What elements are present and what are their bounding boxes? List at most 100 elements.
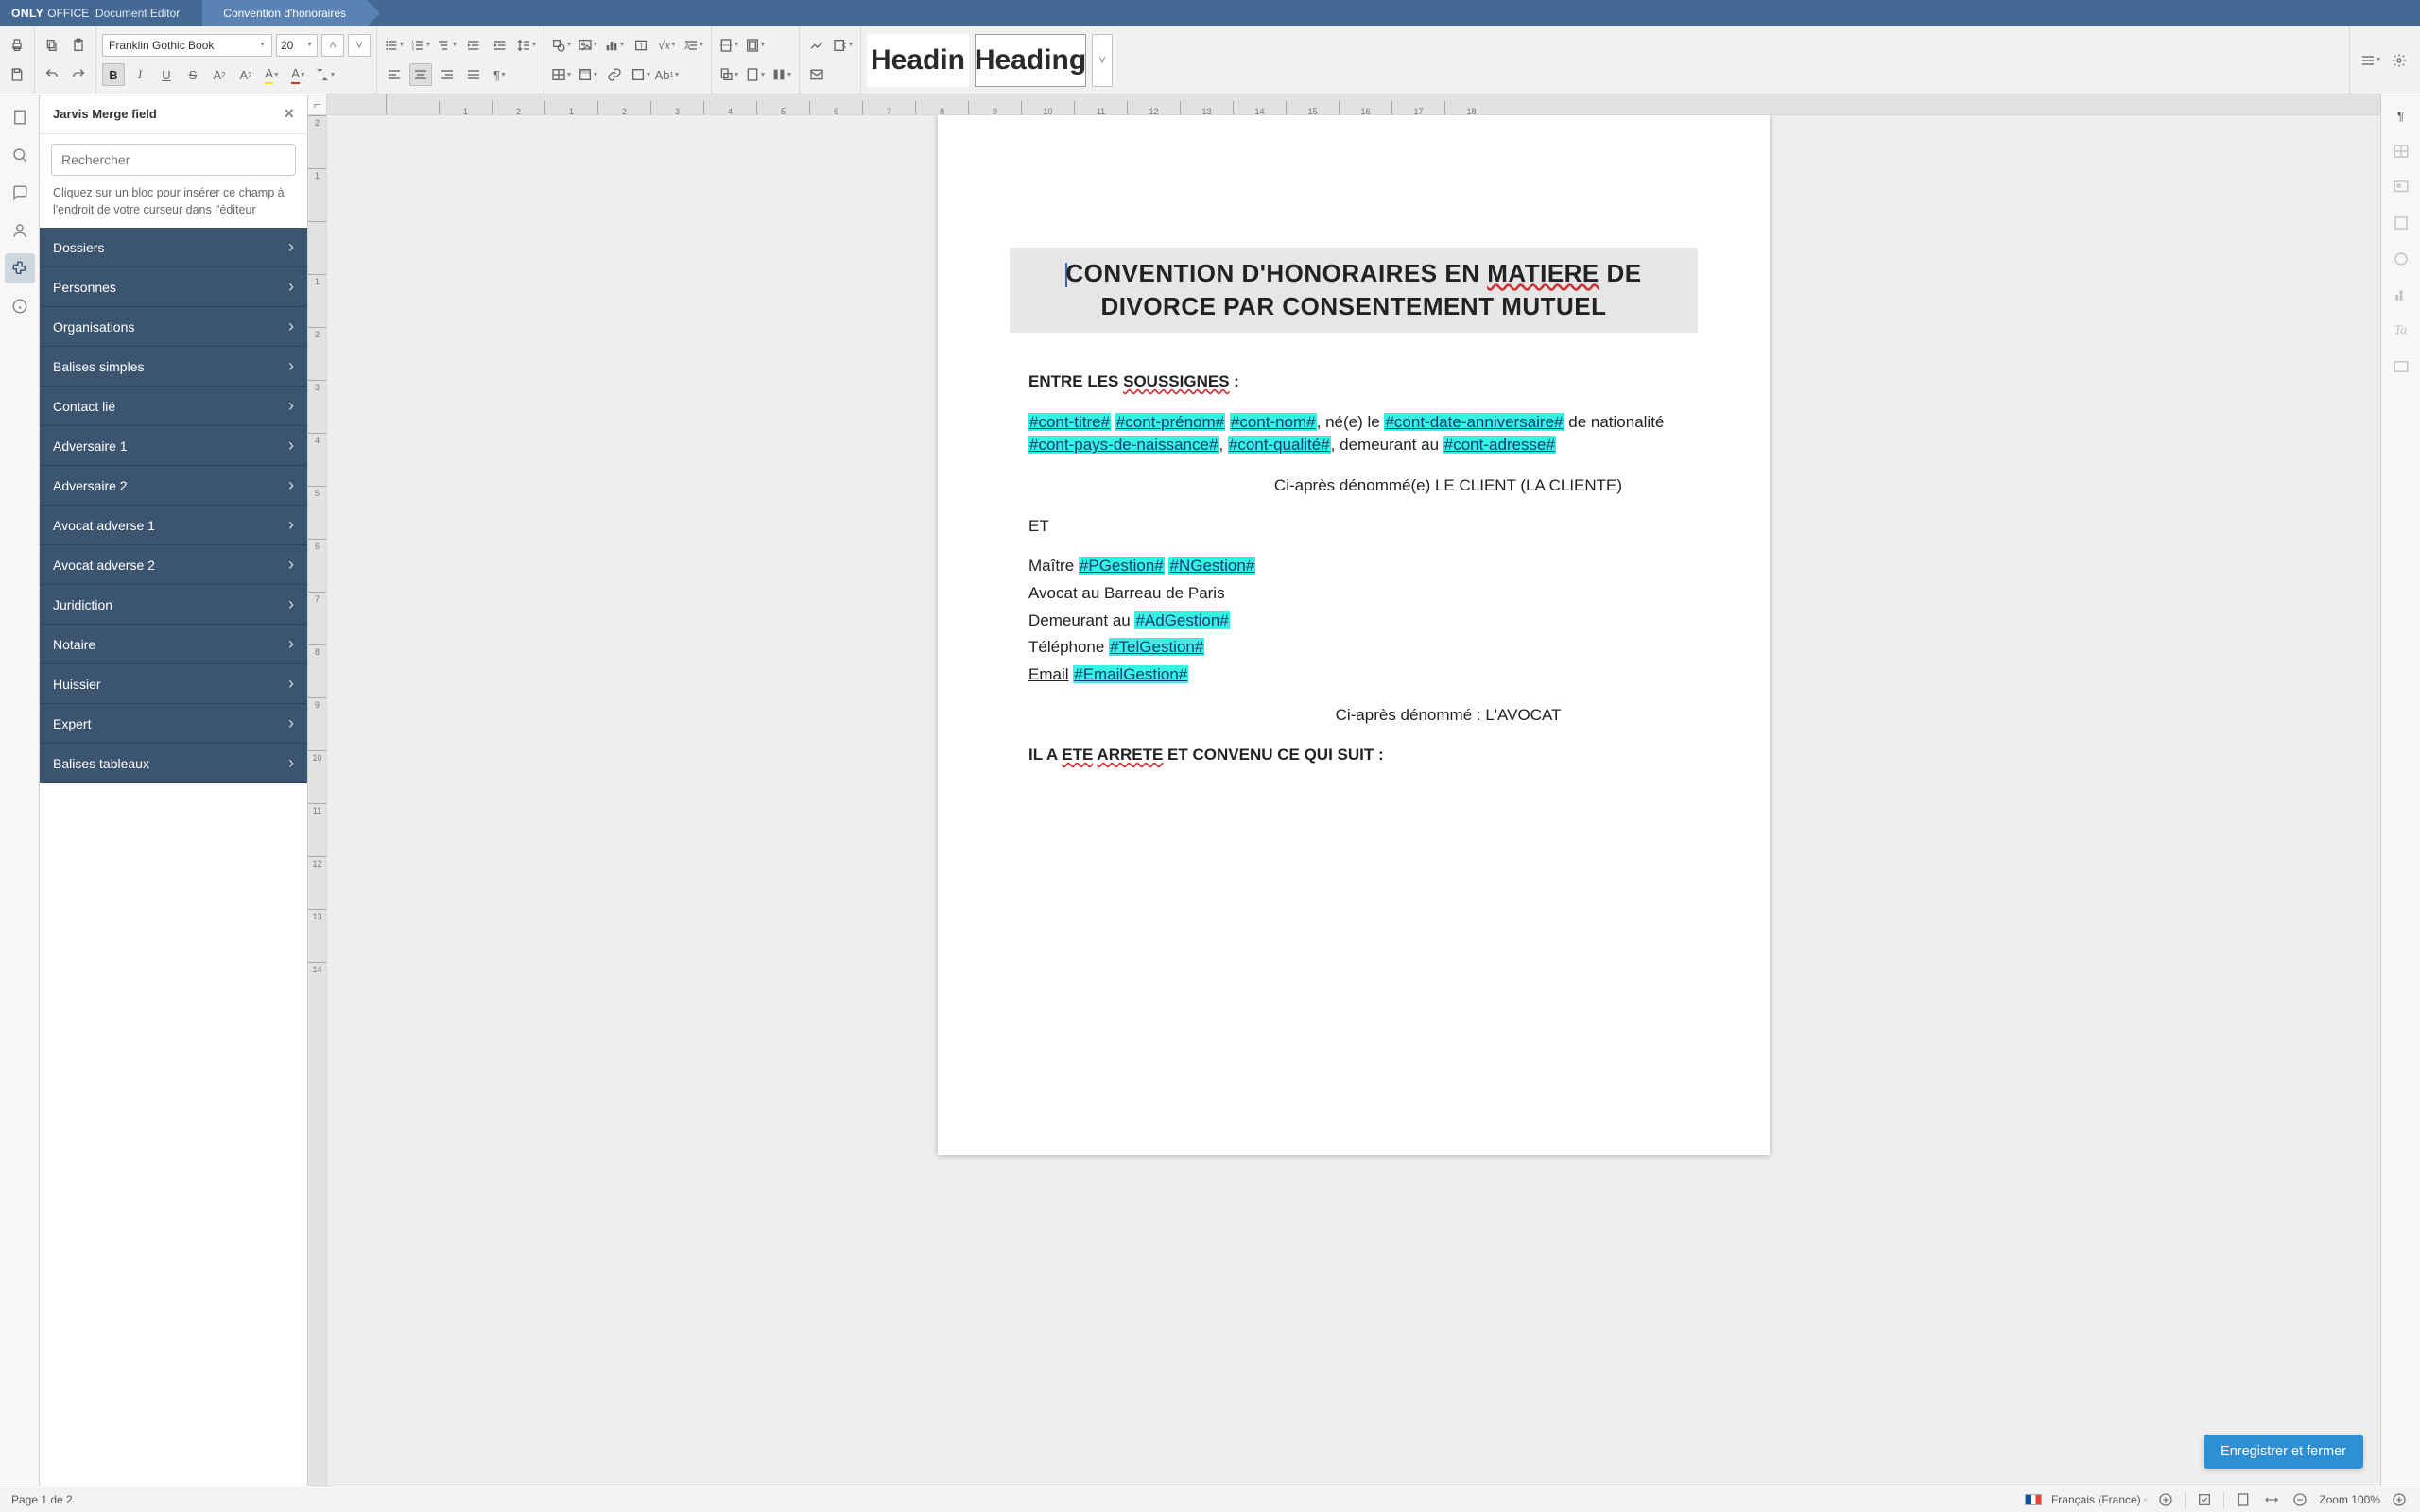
strikethrough-button[interactable]: S (182, 63, 204, 86)
increase-indent-button[interactable] (489, 34, 511, 57)
merge-category-adversaire-2[interactable]: Adversaire 2› (40, 466, 307, 506)
merge-category-notaire[interactable]: Notaire› (40, 625, 307, 664)
nav-about-button[interactable] (5, 291, 35, 321)
change-case-button[interactable]: ▼ (314, 63, 337, 86)
align-left-button[interactable] (383, 63, 406, 86)
align-justify-button[interactable] (462, 63, 485, 86)
insert-image-button[interactable]: ▼ (577, 34, 599, 57)
horizontal-ruler[interactable]: ⌐ 12123456789101112131415161718 (308, 94, 2380, 115)
shape-settings-button[interactable] (2388, 246, 2414, 272)
underline-button[interactable]: U (155, 63, 178, 86)
mailmerge-button[interactable] (805, 63, 828, 86)
font-family-select[interactable]: Franklin Gothic Book▼ (102, 34, 272, 57)
textart-settings-button[interactable]: Ta (2388, 318, 2414, 344)
merge-category-juridiction[interactable]: Juridiction› (40, 585, 307, 625)
highlight-color-button[interactable]: A▼ (261, 63, 284, 86)
align-right-button[interactable] (436, 63, 458, 86)
decrease-indent-button[interactable] (462, 34, 485, 57)
numbered-list-button[interactable]: 123▼ (409, 34, 432, 57)
merge-field-search-input[interactable] (51, 144, 296, 176)
fit-page-button[interactable] (2234, 1490, 2253, 1509)
zoom-in-button[interactable] (2390, 1490, 2409, 1509)
image-settings-button[interactable] (2388, 174, 2414, 200)
track-changes-button[interactable] (805, 34, 828, 57)
header-settings-button[interactable] (2388, 210, 2414, 236)
page-break-button[interactable]: ▼ (717, 34, 740, 57)
subscript-button[interactable]: A2 (234, 63, 257, 86)
insert-header-button[interactable]: ▼ (577, 63, 599, 86)
insert-dropcap-button[interactable]: A▼ (683, 34, 705, 57)
merge-category-avocat-adverse-2[interactable]: Avocat adverse 2› (40, 545, 307, 585)
table-settings-button[interactable] (2388, 138, 2414, 164)
merge-category-expert[interactable]: Expert› (40, 704, 307, 744)
language-selector[interactable]: Français (France) ^ (2051, 1493, 2147, 1506)
insert-comment-button[interactable]: ▼ (630, 63, 652, 86)
page-orientation-button[interactable]: ▼ (717, 63, 740, 86)
insert-link-button[interactable] (603, 63, 626, 86)
multilevel-list-button[interactable]: ▼ (436, 34, 458, 57)
page-counter[interactable]: Page 1 de 2 (11, 1493, 73, 1506)
nav-comments-button[interactable] (5, 178, 35, 208)
align-center-button[interactable] (409, 63, 432, 86)
merge-category-dossiers[interactable]: Dossiers› (40, 228, 307, 267)
page-scroll-area[interactable]: CONVENTION D'HONORAIRES EN MATIERE DEDIV… (327, 115, 2380, 1486)
bold-button[interactable]: B (102, 63, 125, 86)
merge-category-contact-lie[interactable]: Contact lié› (40, 387, 307, 426)
page-margins-button[interactable]: ▼ (744, 34, 767, 57)
style-preset-1[interactable]: Heading (975, 34, 1086, 87)
spellcheck-button[interactable] (2156, 1490, 2175, 1509)
font-size-down-button[interactable]: ˅ (348, 34, 371, 57)
save-and-close-button[interactable]: Enregistrer et fermer (2204, 1435, 2363, 1469)
insert-table-button[interactable]: ▼ (550, 63, 573, 86)
track-changes-status-button[interactable] (2195, 1490, 2214, 1509)
insert-footnote-button[interactable]: Ab1▼ (656, 63, 679, 86)
undo-button[interactable] (41, 63, 63, 86)
save-button[interactable] (6, 63, 28, 86)
document-tab[interactable]: Convention d'honoraires (202, 0, 367, 26)
nav-search-button[interactable] (5, 140, 35, 170)
font-size-select[interactable]: 20▼ (276, 34, 318, 57)
document-page[interactable]: CONVENTION D'HONORAIRES EN MATIERE DEDIV… (938, 115, 1770, 1155)
paragraph-settings-button[interactable]: ¶ (2388, 102, 2414, 129)
style-gallery-more-button[interactable]: ˅ (1092, 34, 1113, 87)
redo-button[interactable] (67, 63, 90, 86)
view-options-button[interactable]: ▼ (2360, 49, 2382, 72)
mailmerge-settings-button[interactable] (2388, 353, 2414, 380)
bullet-list-button[interactable]: ▼ (383, 34, 406, 57)
merge-category-balises-tableaux[interactable]: Balises tableaux› (40, 744, 307, 783)
vertical-ruler[interactable]: 211234567891011121314 (308, 115, 327, 1486)
zoom-out-button[interactable] (2290, 1490, 2309, 1509)
font-color-button[interactable]: A▼ (287, 63, 310, 86)
zoom-level[interactable]: Zoom 100% (2319, 1493, 2380, 1506)
nonprinting-chars-button[interactable]: ¶▼ (489, 63, 511, 86)
nav-file-button[interactable] (5, 102, 35, 132)
insert-equation-button[interactable]: √x▼ (656, 34, 679, 57)
merge-category-avocat-adverse-1[interactable]: Avocat adverse 1› (40, 506, 307, 545)
merge-category-balises-simples[interactable]: Balises simples› (40, 347, 307, 387)
page-size-button[interactable]: ▼ (744, 63, 767, 86)
merge-category-adversaire-1[interactable]: Adversaire 1› (40, 426, 307, 466)
settings-button[interactable] (2388, 49, 2411, 72)
merge-category-organisations[interactable]: Organisations› (40, 307, 307, 347)
superscript-button[interactable]: A2 (208, 63, 231, 86)
insert-textbox-button[interactable]: T (630, 34, 652, 57)
insert-shape-button[interactable]: ▼ (550, 34, 573, 57)
nav-person-button[interactable] (5, 215, 35, 246)
print-button[interactable] (6, 34, 28, 57)
font-size-up-button[interactable]: ˄ (321, 34, 344, 57)
copy-button[interactable] (41, 34, 63, 57)
fit-width-button[interactable] (2262, 1490, 2281, 1509)
paste-button[interactable] (67, 34, 90, 57)
side-panel-close-button[interactable]: × (284, 104, 294, 124)
merge-category-personnes[interactable]: Personnes› (40, 267, 307, 307)
nav-plugin-button[interactable] (5, 253, 35, 284)
review-dropdown-button[interactable]: ▼ (832, 34, 855, 57)
italic-button[interactable]: I (129, 63, 151, 86)
style-preset-0[interactable]: Headin (867, 34, 969, 87)
merge-category-huissier[interactable]: Huissier› (40, 664, 307, 704)
page-columns-button[interactable]: ▼ (770, 63, 793, 86)
insert-chart-button[interactable]: ▼ (603, 34, 626, 57)
chart-settings-button[interactable] (2388, 282, 2414, 308)
line-spacing-button[interactable]: ▼ (515, 34, 538, 57)
ruler-corner-button[interactable]: ⌐ (308, 94, 327, 114)
